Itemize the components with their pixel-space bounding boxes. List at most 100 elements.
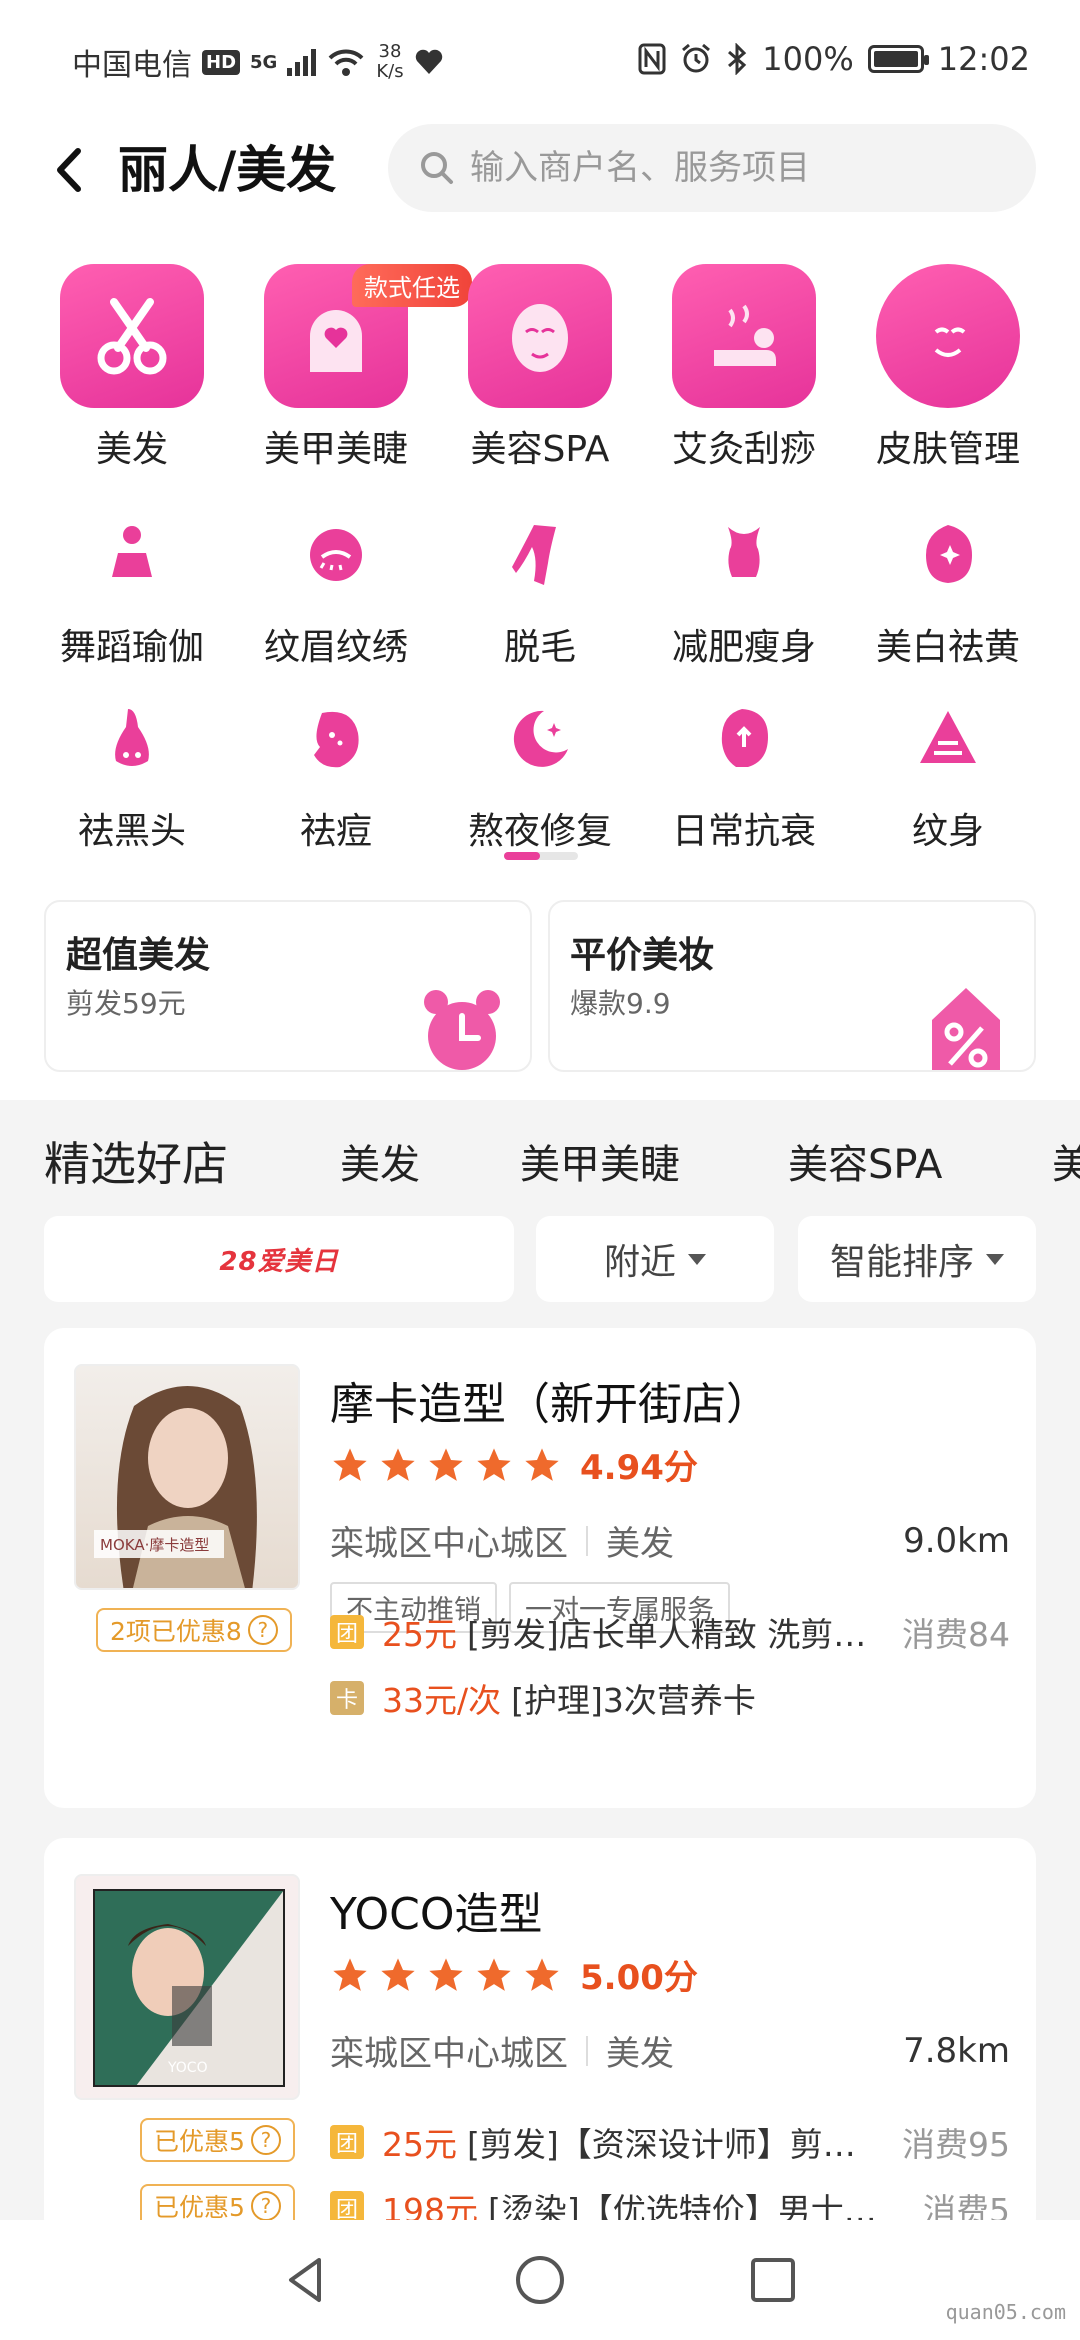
leg-icon	[495, 510, 585, 600]
brand-filter[interactable]: 28爱美日	[44, 1216, 514, 1302]
category-slimming[interactable]: 减肥瘦身	[642, 510, 846, 670]
question-icon: ?	[250, 2191, 281, 2221]
promo-title: 平价美妆	[570, 935, 715, 976]
category-eyebrow[interactable]: 纹眉纹绣	[234, 510, 438, 670]
search-input[interactable]	[470, 148, 1010, 188]
face-mask-icon	[468, 264, 612, 408]
star-icon	[381, 1447, 415, 1481]
nfc-icon	[638, 43, 666, 75]
category-tattoo[interactable]: 纹身	[846, 694, 1050, 854]
location-line: 栾城区中心城区 美发 9.0km	[330, 1516, 1010, 1565]
back-button[interactable]	[40, 140, 100, 200]
shop-photo[interactable]: MOKA·摩卡造型	[74, 1364, 300, 1590]
back-triangle-icon[interactable]	[279, 2252, 335, 2308]
deal-text: [护理]3次营养卡	[511, 1681, 756, 1720]
discount-text: 已优惠5	[154, 2127, 245, 2156]
category-label: 美容SPA	[470, 429, 610, 470]
star-icon	[525, 1447, 559, 1481]
page-indicator	[504, 852, 578, 860]
category-night-repair[interactable]: 熬夜修复	[438, 694, 642, 854]
star-icon	[333, 1957, 367, 1991]
acne-icon	[291, 694, 381, 784]
shop-tabs: 精选好店 美发 美甲美睫 美容SPA 美	[0, 1100, 1080, 1210]
net-speed: 38 K/s	[376, 42, 403, 82]
location-line: 栾城区中心城区 美发 7.8km	[330, 2026, 1010, 2075]
shop-area: 栾城区中心城区	[330, 2034, 568, 2074]
category-whitening[interactable]: 美白祛黄	[846, 510, 1050, 670]
tattoo-icon	[903, 694, 993, 784]
promo-title: 超值美发	[66, 935, 211, 976]
promo-subtitle: 爆款9.9	[570, 987, 671, 1020]
body-icon	[699, 510, 789, 600]
discount-tag[interactable]: 已优惠5?	[140, 2118, 295, 2162]
category-yoga[interactable]: 舞蹈瑜伽	[30, 510, 234, 670]
question-icon: ?	[247, 1615, 278, 1645]
category-skin[interactable]: 皮肤管理	[846, 264, 1050, 472]
star-icon	[429, 1957, 463, 1991]
category-label: 祛黑头	[77, 811, 186, 852]
star-icon	[381, 1957, 415, 1991]
eyebrow-icon	[291, 510, 381, 600]
category-spa[interactable]: 美容SPA	[438, 264, 642, 472]
tab-nails[interactable]: 美甲美睫	[520, 1132, 680, 1190]
shop-card[interactable]: YOCO YOCO造型 5.00分 栾城区中心城区 美发 7.8km 已优惠5?…	[44, 1838, 1036, 2238]
tab-featured[interactable]: 精选好店	[44, 1128, 228, 1194]
shop-card[interactable]: MOKA·摩卡造型 摩卡造型（新开街店） 4.94分 栾城区中心城区 美发 9.…	[44, 1328, 1036, 1808]
shop-area: 栾城区中心城区	[330, 1524, 568, 1564]
caret-down-icon	[688, 1253, 706, 1265]
promo-card-hair[interactable]: 超值美发 剪发59元	[44, 900, 532, 1072]
tab-more[interactable]: 美	[1052, 1132, 1080, 1190]
nose-icon	[87, 694, 177, 784]
category-label: 美发	[95, 429, 168, 470]
group-deal-icon: 团	[330, 2125, 364, 2159]
deal-row[interactable]: 卡 33元/次 [护理]3次营养卡	[330, 1674, 1010, 1722]
search-icon	[421, 152, 453, 184]
promo-card-makeup[interactable]: 平价美妆 爆款9.9	[548, 900, 1036, 1072]
alarm-icon	[682, 43, 711, 73]
star-icon	[477, 1447, 511, 1481]
category-label: 熬夜修复	[467, 811, 612, 852]
yoga-icon	[87, 510, 177, 600]
deal-row[interactable]: 团 25元 [剪发]店长单人精致 洗剪… 消费84	[330, 1608, 1010, 1656]
tab-spa[interactable]: 美容SPA	[788, 1132, 942, 1190]
star-icon	[525, 1957, 559, 1991]
portrait-image: MOKA·摩卡造型	[94, 1386, 257, 1588]
tab-hair[interactable]: 美发	[340, 1132, 420, 1190]
filter-row: 28爱美日 附近 智能排序	[0, 1216, 1080, 1306]
deal-price: 33元/次	[382, 1681, 502, 1720]
back-arrow-icon	[57, 148, 81, 192]
category-blackhead[interactable]: 祛黑头	[30, 694, 234, 854]
caret-down-icon	[986, 1253, 1004, 1265]
category-hair-removal[interactable]: 脱毛	[438, 510, 642, 670]
wifi-icon	[328, 49, 364, 76]
shop-photo[interactable]: YOCO	[74, 1874, 300, 2100]
question-icon: ?	[250, 2125, 281, 2155]
category-label: 日常抗衰	[671, 811, 816, 852]
whitening-icon	[903, 510, 993, 600]
divider	[586, 2035, 588, 2066]
home-circle-icon[interactable]	[512, 2252, 568, 2308]
category-anti-aging[interactable]: 日常抗衰	[642, 694, 846, 854]
recents-square-icon[interactable]	[745, 2252, 801, 2308]
discount-tag[interactable]: 2项已优惠8?	[96, 1608, 292, 1652]
nearby-filter[interactable]: 附近	[536, 1216, 774, 1302]
category-acne[interactable]: 祛痘	[234, 694, 438, 854]
clock: 12:02	[937, 40, 1030, 78]
rating-score: 5.00分	[580, 1958, 698, 1998]
category-moxibustion[interactable]: 艾灸刮痧	[642, 264, 846, 472]
skin-care-icon	[876, 264, 1020, 408]
rating-stars: 4.94分	[330, 1440, 698, 1489]
category-label: 减肥瘦身	[671, 627, 816, 668]
search-bar[interactable]	[388, 124, 1036, 212]
alarm-clock-icon	[424, 990, 500, 1070]
moon-icon	[495, 694, 585, 784]
status-right: 100% 12:02	[638, 40, 1030, 78]
rating-stars: 5.00分	[330, 1950, 698, 1999]
category-panel: 美发 美甲美睫 款式任选 美容SPA 艾灸刮痧 皮肤管理 舞蹈瑜伽 纹眉纹绣 脱…	[0, 220, 1080, 1100]
deal-price: 25元	[382, 1615, 457, 1654]
sort-filter[interactable]: 智能排序	[798, 1216, 1036, 1302]
category-label: 舞蹈瑜伽	[59, 627, 204, 668]
category-hair[interactable]: 美发	[30, 264, 234, 472]
deal-row[interactable]: 团 25元 [剪发]【资深设计师】剪… 消费95	[330, 2118, 1010, 2166]
shop-name: YOCO造型	[330, 1889, 543, 1940]
